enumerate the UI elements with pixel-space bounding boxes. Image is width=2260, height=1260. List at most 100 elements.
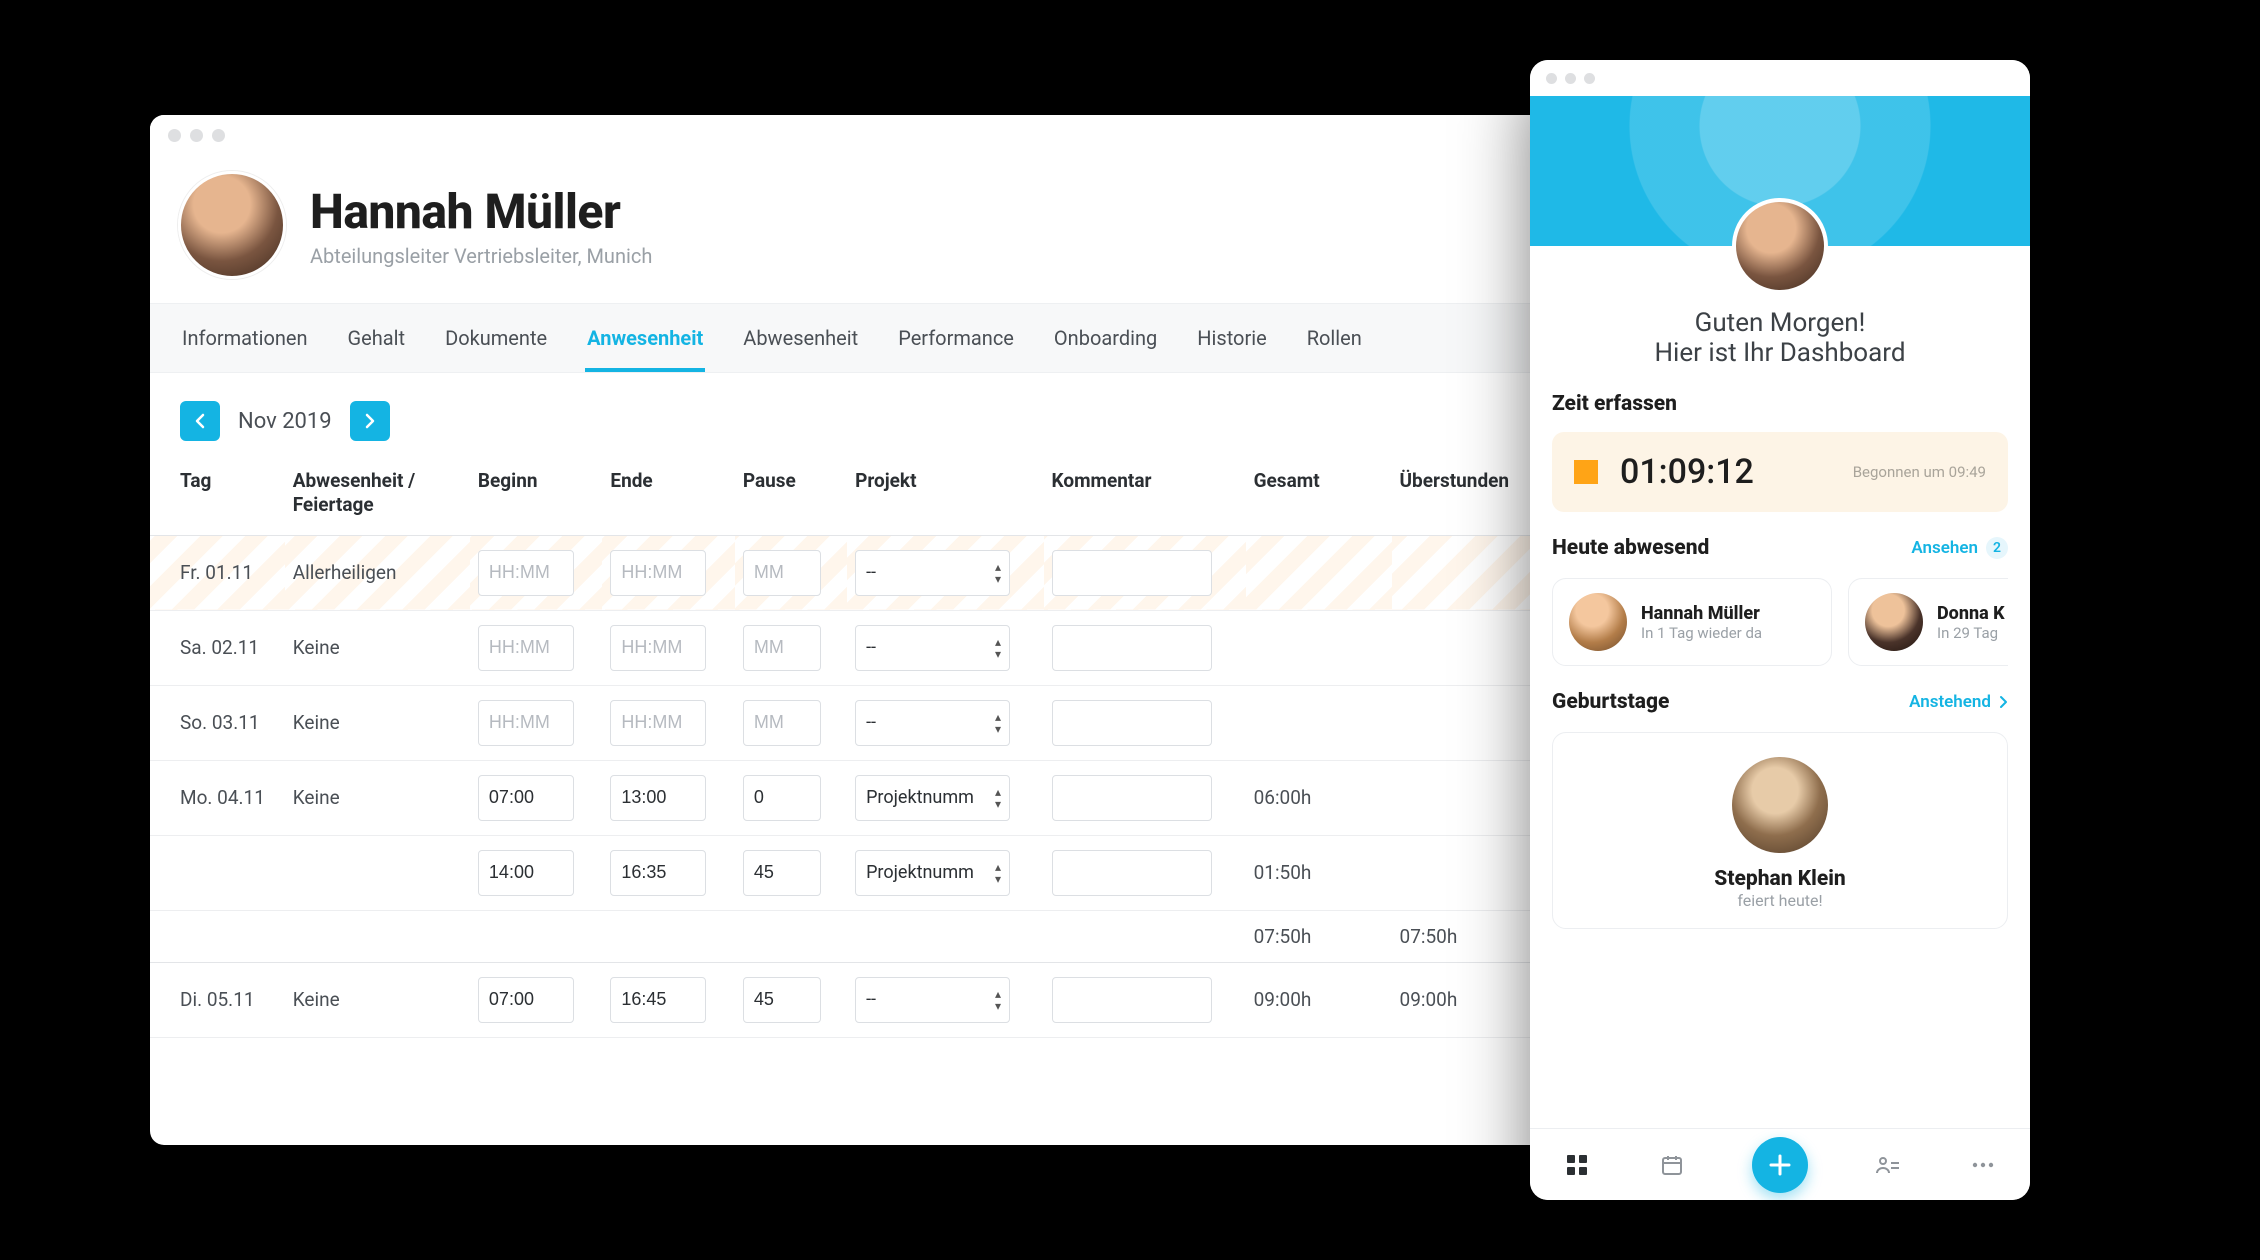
comment-input[interactable]	[1052, 550, 1212, 596]
greeting: Guten Morgen! Hier ist Ihr Dashboard	[1530, 308, 2030, 368]
mobile-window: Guten Morgen! Hier ist Ihr Dashboard Zei…	[1530, 60, 2030, 1200]
tab-gehalt[interactable]: Gehalt	[346, 304, 408, 372]
time-input[interactable]	[743, 700, 821, 746]
table-row: Sa. 02.11Keine--▴▾	[150, 610, 1560, 685]
project-select[interactable]: Projektnumm▴▾	[855, 850, 1010, 896]
col-projekt: Projekt	[847, 459, 1043, 535]
tab-performance[interactable]: Performance	[896, 304, 1016, 372]
project-value: --	[866, 989, 876, 1010]
time-input[interactable]	[610, 775, 706, 821]
stop-icon[interactable]	[1574, 460, 1598, 484]
window-controls[interactable]	[168, 127, 234, 146]
time-input[interactable]	[743, 775, 821, 821]
time-tracking-section: Zeit erfassen 01:09:12 Begonnen um 09:49	[1530, 368, 2030, 512]
tab-onboarding[interactable]: Onboarding	[1052, 304, 1159, 372]
absent-name: Donna K	[1937, 603, 2005, 624]
absent-card[interactable]: Donna K In 29 Tag	[1848, 578, 2008, 666]
timer-card[interactable]: 01:09:12 Begonnen um 09:49	[1552, 432, 2008, 512]
updown-icon: ▴▾	[995, 786, 1001, 810]
birthday-name: Stephan Klein	[1553, 867, 2007, 891]
avatar	[1569, 593, 1627, 651]
tab-rollen[interactable]: Rollen	[1305, 304, 1364, 372]
time-input[interactable]	[478, 550, 574, 596]
birthdays-view-link[interactable]: Anstehend	[1909, 692, 2008, 712]
project-value: --	[866, 712, 876, 733]
project-select[interactable]: -- ▴▾	[855, 977, 1010, 1023]
updown-icon: ▴▾	[995, 636, 1001, 660]
table-row: Di. 05.11Keine--▴▾09:00h09:00h	[150, 962, 1560, 1037]
comment-input[interactable]	[1052, 775, 1212, 821]
calendar-icon	[1660, 1153, 1684, 1177]
tab-dashboard[interactable]	[1563, 1151, 1591, 1179]
project-select[interactable]: -- ▴▾	[855, 625, 1010, 671]
time-input[interactable]	[478, 625, 574, 671]
updown-icon: ▴▾	[995, 988, 1001, 1012]
comment-input[interactable]	[1052, 700, 1212, 746]
time-input[interactable]	[610, 850, 706, 896]
time-input[interactable]	[478, 700, 574, 746]
project-select[interactable]: --▴▾	[855, 700, 1010, 746]
tab-abwesenheit[interactable]: Abwesenheit	[741, 304, 860, 372]
month-label: Nov 2019	[238, 409, 332, 434]
project-value: --	[866, 562, 876, 583]
time-input[interactable]	[478, 977, 574, 1023]
tab-calendar[interactable]	[1658, 1151, 1686, 1179]
tab-bar: Informationen Gehalt Dokumente Anwesenhe…	[150, 303, 1560, 373]
next-month-button[interactable]	[350, 401, 390, 441]
time-input[interactable]	[743, 850, 821, 896]
birthday-sub: feiert heute!	[1553, 891, 2007, 910]
cell-day: Mo. 04.11	[150, 760, 285, 835]
absent-card[interactable]: Hannah Müller In 1 Tag wieder da	[1552, 578, 1832, 666]
col-ende: Ende	[602, 459, 734, 535]
col-tag: Tag	[150, 459, 285, 535]
updown-icon: ▴▾	[995, 861, 1001, 885]
time-input[interactable]	[743, 977, 821, 1023]
cell-absence: Keine	[285, 685, 470, 760]
tab-people[interactable]	[1874, 1151, 1902, 1179]
absent-title: Heute abwesend	[1552, 536, 1709, 560]
absent-name: Hannah Müller	[1641, 603, 1762, 624]
time-input[interactable]	[610, 700, 706, 746]
cell-absence	[285, 835, 470, 910]
comment-input[interactable]	[1052, 977, 1212, 1023]
plus-icon	[1767, 1152, 1793, 1178]
time-input[interactable]	[610, 550, 706, 596]
tab-dokumente[interactable]: Dokumente	[443, 304, 549, 372]
mobile-window-controls[interactable]	[1530, 60, 2030, 96]
timer-value: 01:09:12	[1620, 452, 1754, 492]
tab-more[interactable]	[1969, 1151, 1997, 1179]
time-input[interactable]	[478, 775, 574, 821]
absent-view-link[interactable]: Ansehen 2	[1911, 537, 2008, 559]
project-select[interactable]: Projektnumm▴▾	[855, 775, 1010, 821]
birthday-card[interactable]: Stephan Klein feiert heute!	[1552, 732, 2008, 929]
cell-gesamt: 09:00h	[1246, 962, 1392, 1037]
project-select[interactable]: --▴▾	[855, 550, 1010, 596]
comment-input[interactable]	[1052, 850, 1212, 896]
mobile-hero	[1530, 96, 2030, 246]
mobile-avatar[interactable]	[1732, 198, 1828, 294]
cell-day: So. 03.11	[150, 685, 285, 760]
time-input[interactable]	[478, 850, 574, 896]
profile-header: Hannah Müller Abteilungsleiter Vertriebs…	[150, 157, 1560, 303]
tab-informationen[interactable]: Informationen	[180, 304, 310, 372]
time-tracking-title: Zeit erfassen	[1552, 392, 2008, 416]
time-input[interactable]	[610, 625, 706, 671]
comment-input[interactable]	[1052, 625, 1212, 671]
time-input[interactable]	[743, 550, 821, 596]
absent-sub: In 29 Tag	[1937, 624, 2005, 642]
cell-absence: Keine	[285, 760, 470, 835]
time-input[interactable]	[610, 977, 706, 1023]
tab-historie[interactable]: Historie	[1195, 304, 1268, 372]
time-input[interactable]	[743, 625, 821, 671]
fab-add[interactable]	[1752, 1137, 1808, 1193]
cell-gesamt	[1246, 535, 1392, 610]
absent-sub: In 1 Tag wieder da	[1641, 624, 1762, 642]
project-value: --	[866, 637, 876, 658]
table-row: Fr. 01.11Allerheiligen--▴▾	[150, 535, 1560, 610]
profile-avatar[interactable]	[178, 171, 286, 279]
prev-month-button[interactable]	[180, 401, 220, 441]
tab-anwesenheit[interactable]: Anwesenheit	[585, 304, 705, 372]
absent-section: Heute abwesend Ansehen 2 Hannah Müller I…	[1530, 512, 2030, 666]
cell-gesamt	[1246, 610, 1392, 685]
greeting-line2: Hier ist Ihr Dashboard	[1530, 338, 2030, 368]
